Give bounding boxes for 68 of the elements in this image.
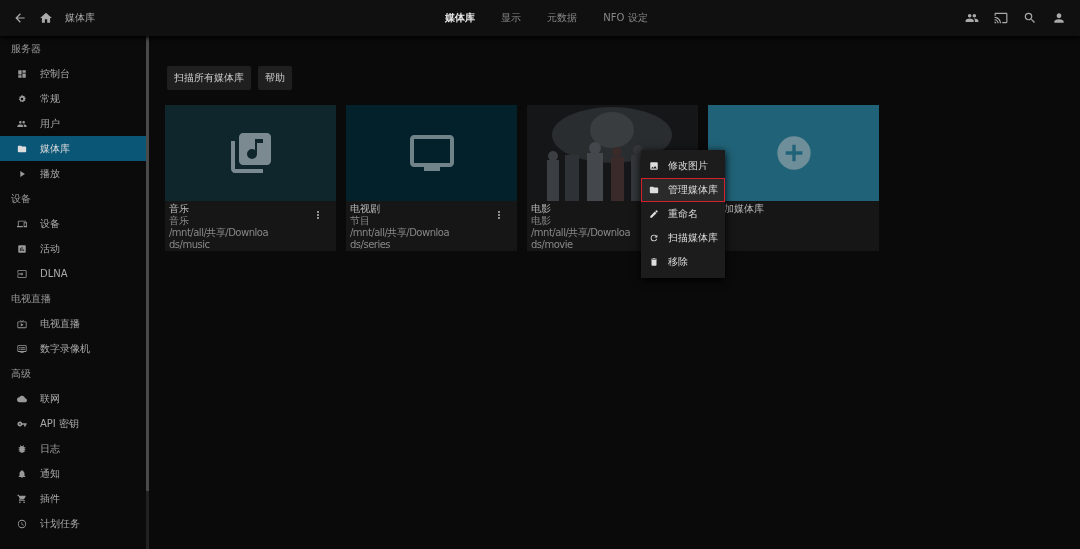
sidebar-item[interactable]: 常规: [0, 86, 147, 111]
sidebar-item[interactable]: 通知: [0, 461, 147, 486]
users-icon[interactable]: [965, 11, 979, 25]
library-path: /mnt/all/共享/Downloads/music: [169, 227, 270, 251]
library-path: /mnt/all/共享/Downloads/movie: [531, 227, 632, 251]
library-path: /mnt/all/共享/Downloads/series: [350, 227, 451, 251]
tab[interactable]: 媒体库: [445, 7, 476, 29]
gear-icon: [17, 93, 27, 104]
tab[interactable]: 显示: [501, 7, 522, 29]
refresh-icon: [649, 233, 659, 243]
sidebar-item[interactable]: 数字录像机: [0, 336, 147, 361]
library-type: 音乐: [169, 215, 188, 227]
sidebar-item[interactable]: 播放: [0, 161, 147, 186]
users-icon: [17, 118, 27, 129]
image-icon: [649, 161, 659, 171]
sidebar-item[interactable]: 日志: [0, 436, 147, 461]
dashboard-icon: [17, 68, 27, 79]
tab[interactable]: NFO 设定: [603, 7, 648, 29]
library-name: 电视剧: [350, 203, 380, 215]
sidebar-item[interactable]: 联网: [0, 386, 147, 411]
library-name: 电影: [531, 203, 551, 215]
toolbar-button[interactable]: 帮助: [258, 66, 292, 90]
clock-icon: [17, 518, 27, 529]
cart-icon: [17, 493, 27, 504]
menu-item[interactable]: 管理媒体库: [641, 178, 725, 202]
sidebar-item[interactable]: 设备: [0, 211, 147, 236]
sidebar-item[interactable]: DLNA: [0, 261, 147, 286]
back-arrow-icon[interactable]: [13, 11, 27, 25]
folder-icon: [17, 143, 27, 154]
library-type: 电影: [531, 215, 550, 227]
home-icon[interactable]: [39, 11, 53, 25]
tab[interactable]: 元数据: [547, 7, 578, 29]
sidebar-item[interactable]: 插件: [0, 486, 147, 511]
menu-item[interactable]: 移除: [641, 250, 725, 274]
tv-icon: [17, 318, 27, 329]
sidebar-item[interactable]: 计划任务: [0, 511, 147, 536]
trash-icon: [649, 257, 659, 267]
user-icon[interactable]: [1052, 11, 1066, 25]
bar-chart-icon: [17, 243, 27, 254]
section-heading: 电视直播: [10, 292, 52, 306]
bell-icon: [17, 468, 27, 479]
scrollbar[interactable]: [146, 36, 149, 491]
sidebar-item[interactable]: 控制台: [0, 61, 147, 86]
sidebar-item[interactable]: 活动: [0, 236, 147, 261]
library-name: 音乐: [169, 203, 189, 215]
search-icon[interactable]: [1023, 11, 1037, 25]
page-title: 媒体库: [65, 11, 95, 25]
folder-icon: [649, 185, 659, 195]
sidebar-item[interactable]: 电视直播: [0, 311, 147, 336]
section-heading: 设备: [10, 192, 32, 206]
sidebar-item[interactable]: 用户: [0, 111, 147, 136]
sidebar-item[interactable]: 媒体库: [0, 136, 147, 161]
input-icon: [17, 268, 27, 279]
pencil-icon: [649, 209, 659, 219]
play-icon: [17, 168, 27, 179]
cloud-icon: [17, 393, 27, 404]
library-card[interactable]: 电视剧 节目 /mnt/all/共享/Downloads/series: [346, 105, 517, 251]
bug-icon: [17, 443, 27, 454]
library-name: 加媒体库: [724, 203, 764, 215]
library-card[interactable]: 音乐 音乐 /mnt/all/共享/Downloads/music: [165, 105, 336, 251]
cast-icon[interactable]: [994, 11, 1008, 25]
monitor-icon: [17, 343, 27, 354]
section-heading: 高级: [10, 367, 32, 381]
section-heading: 服务器: [10, 42, 42, 56]
devices-icon: [17, 218, 27, 229]
toolbar-button[interactable]: 扫描所有媒体库: [167, 66, 251, 90]
sidebar-item[interactable]: API 密钥: [0, 411, 147, 436]
library-type: 节目: [350, 215, 369, 227]
